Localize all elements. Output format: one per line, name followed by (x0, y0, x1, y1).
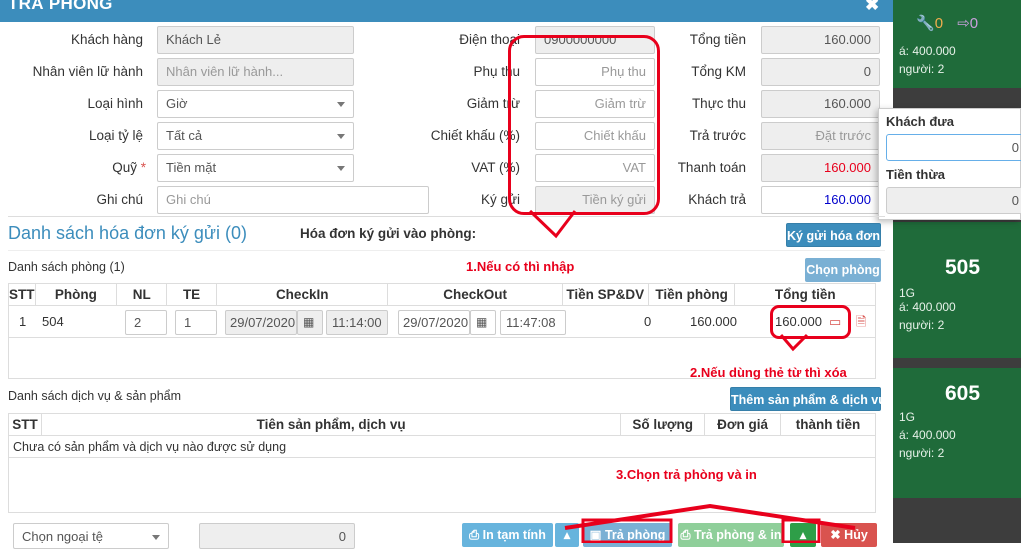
total-km-label: Tổng KM (691, 64, 746, 79)
fund-select[interactable]: Tiền mặt (157, 154, 354, 182)
children-input[interactable]: 1 (175, 310, 217, 335)
col-header: CheckOut (387, 283, 563, 306)
guide-label: Nhân viên lữ hành (32, 64, 143, 79)
calendar-icon[interactable]: ▦ (297, 310, 323, 335)
modal-header: TRẢ PHÒNG ✖ (0, 0, 893, 22)
room-row-stt: 1 (19, 314, 27, 329)
room-row-service-total: 0 (644, 314, 652, 329)
customer-label: Khách hàng (70, 32, 143, 47)
col-header: Tiên sản phẩm, dịch vụ (40, 413, 622, 436)
change-label: Tiền thừa (886, 167, 946, 182)
service-table: STT Tiên sản phẩm, dịch vụ Số lượng Đơn … (8, 413, 876, 436)
checkout-time-field[interactable]: 11:47:08 (500, 310, 566, 335)
annotation-note-2: 2.Nếu dùng thẻ từ thì xóa (690, 365, 847, 380)
col-header: Đơn giá (704, 413, 782, 436)
annotation-note-3: 3.Chọn trả phòng và in (616, 467, 757, 482)
given-label: Khách đưa (886, 114, 954, 129)
change-field: 0 (886, 187, 1021, 214)
col-header: STT (8, 413, 42, 436)
note-label: Ghi chú (96, 192, 143, 207)
guide-field[interactable]: Nhân viên lữ hành... (157, 58, 354, 86)
modal-title: TRẢ PHÒNG (8, 0, 113, 13)
deposit-into-room-label: Hóa đơn ký gửi vào phòng: (300, 226, 477, 241)
actual-label: Thực thu (691, 96, 746, 111)
delete-file-icon[interactable]: 🗎 (856, 313, 866, 335)
calendar-icon[interactable]: ▦ (470, 310, 496, 335)
exit-icon[interactable]: ⇨ (957, 15, 970, 32)
wrench-icon[interactable]: 🔧 (916, 15, 935, 32)
note-field[interactable]: Ghi chú (157, 186, 429, 214)
annotation-note-1: 1.Nếu có thì nhập (466, 259, 575, 274)
divider (8, 216, 885, 217)
actual-field: 160.000 (761, 90, 880, 118)
customer-paid-label: Khách trả (688, 192, 746, 207)
print-temp-button[interactable]: ⎙ In tạm tính (462, 523, 553, 547)
close-icon[interactable]: ✖ (865, 0, 879, 15)
customer-field[interactable]: Khách Lẻ (157, 26, 354, 54)
prepaid-label: Trả trước (689, 128, 746, 143)
background-room-card-605[interactable]: 605 1G á: 400.000 người: 2 (893, 368, 1021, 498)
col-header: Tiền SP&DV (561, 283, 649, 306)
adults-input[interactable]: 2 (125, 310, 167, 335)
col-header: NL (116, 283, 168, 306)
currency-select[interactable]: Chọn ngoại tệ (13, 523, 169, 549)
add-service-button[interactable]: Thêm sản phẩm & dịch vụ (730, 387, 886, 411)
col-header: TE (166, 283, 217, 306)
divider (8, 250, 885, 251)
annotation-arrows (564, 503, 856, 543)
annotation-highlight-inputs (508, 35, 660, 215)
print-icon: ⎙ (469, 528, 480, 542)
annotation-pointer (779, 333, 809, 352)
total-label: Tổng tiền (689, 32, 746, 47)
total-field: 160.000 (761, 26, 880, 54)
room-row-room-total: 160.000 (690, 314, 737, 329)
col-header: Tiền phòng (647, 283, 736, 306)
deposit-section-title: Danh sách hóa đơn ký gửi (0) (8, 223, 247, 243)
checkin-time-field[interactable]: 11:14:00 (326, 310, 388, 335)
background-room-card[interactable]: á: 400.000 người: 2 (893, 44, 1021, 88)
total-km-field: 0 (761, 58, 880, 86)
room-table: STT Phòng NL TE CheckIn CheckOut Tiền SP… (8, 283, 876, 306)
choose-room-button[interactable]: Chọn phòng (805, 258, 881, 282)
col-header: CheckIn (215, 283, 389, 306)
currency-amount-field[interactable]: 0 (199, 523, 355, 549)
payment-field: 160.000 (761, 154, 880, 182)
type-select[interactable]: Giờ (157, 90, 354, 118)
service-table-header: STT Tiên sản phẩm, dịch vụ Số lượng Đơn … (8, 413, 876, 436)
service-list-title: Danh sách dịch vụ & sản phẩm (8, 389, 182, 403)
payment-label: Thanh toán (677, 160, 746, 175)
customer-paid-field[interactable]: 160.000 (761, 186, 880, 214)
room-table-header: STT Phòng NL TE CheckIn CheckOut Tiền SP… (8, 283, 876, 306)
rate-type-label: Loại tỷ lệ (88, 128, 143, 143)
prepaid-field: Đặt trước (761, 122, 880, 150)
phone-label: Điện thoại (459, 32, 520, 47)
col-header: Tổng tiền (734, 283, 876, 306)
type-label: Loại hình (87, 96, 143, 111)
empty-services-text: Chưa có sản phẩm và dịch vụ nào được sử … (13, 440, 287, 454)
cash-popup: Khách đưa 0 Tiền thừa 0 (878, 108, 1021, 220)
discount-label: Chiết khấu (%) (430, 128, 520, 143)
background-room-card-505[interactable]: 505 1G á: 400.000 người: 2 (893, 222, 1021, 358)
col-header: STT (8, 283, 36, 306)
col-header: thành tiền (780, 413, 876, 436)
rate-type-select[interactable]: Tất cả (157, 122, 354, 150)
col-header: Phòng (34, 283, 118, 306)
room-list-title: Danh sách phòng (1) (8, 260, 125, 274)
checkout-date-field[interactable]: 29/07/2020 (398, 310, 470, 335)
fund-label: Quỹ * (112, 160, 146, 175)
annotation-pointer (528, 209, 577, 239)
room-row-number: 504 (42, 314, 64, 329)
background-card-icons: 🔧0 ⇨0 (916, 15, 979, 32)
vat-label: VAT (%) (471, 160, 520, 175)
deposit-label: Ký gửi (480, 192, 520, 207)
reduction-label: Giảm trừ (466, 96, 520, 111)
col-header: Số lượng (620, 413, 706, 436)
deposit-invoice-button[interactable]: Ký gửi hóa đơn (786, 223, 881, 247)
given-field[interactable]: 0 (886, 134, 1021, 161)
checkin-date-field[interactable]: 29/07/2020 (225, 310, 297, 335)
surcharge-label: Phụ thu (473, 64, 520, 79)
